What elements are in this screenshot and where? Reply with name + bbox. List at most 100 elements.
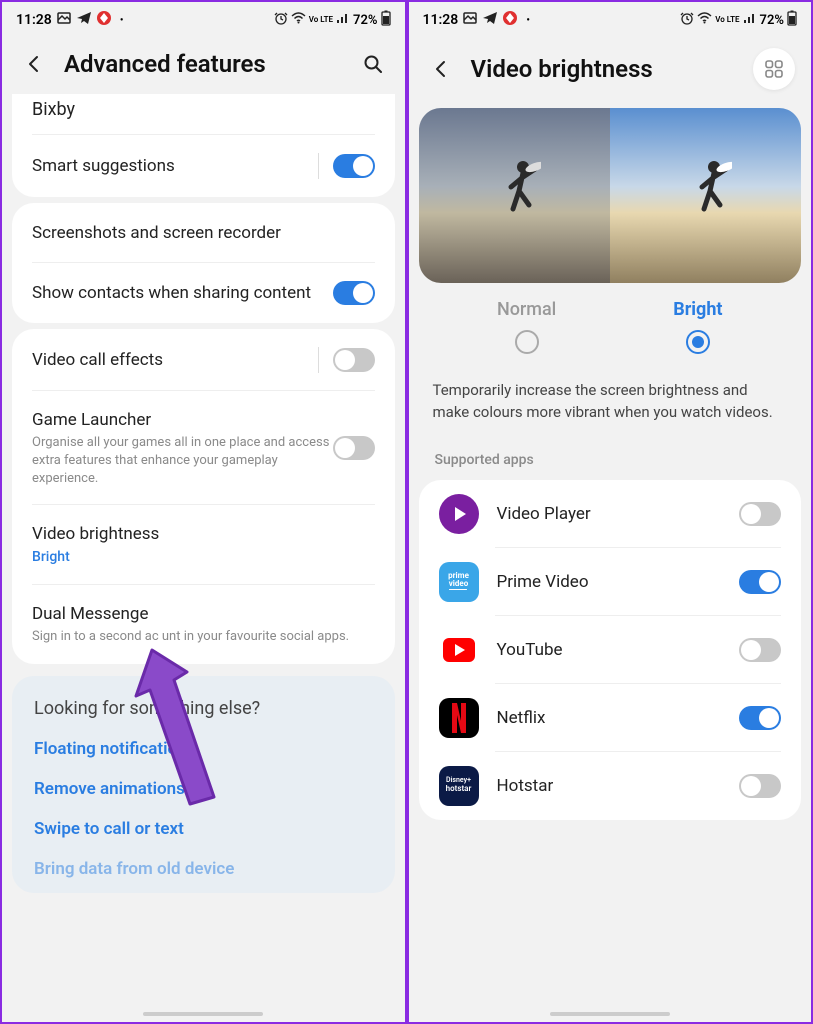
app-row-video-player[interactable]: Video Player [419, 480, 802, 548]
app-toggle[interactable] [739, 706, 781, 730]
status-dot: • [120, 15, 124, 26]
image-icon [56, 10, 72, 30]
battery-pct: 72% [760, 13, 784, 28]
radio-normal-circle [515, 330, 539, 354]
page-header: Advanced features [2, 38, 405, 94]
page-header: Video brightness [409, 38, 812, 104]
page-title: Advanced features [64, 50, 343, 78]
smart-suggestions-label: Smart suggestions [32, 155, 318, 177]
screenshots-label: Screenshots and screen recorder [32, 222, 375, 244]
telegram-icon [482, 10, 498, 30]
gesture-bar[interactable] [550, 1012, 670, 1016]
wifi-icon [291, 11, 306, 29]
telegram-icon [76, 10, 92, 30]
signal-text: Vo LTE [715, 16, 739, 24]
bixby-label: Bixby [32, 98, 375, 121]
prime-icon: primevideo [439, 562, 479, 602]
youtube-icon [439, 630, 479, 670]
row-bixby[interactable]: Bixby [12, 94, 395, 135]
signal-text: Vo LTE [309, 16, 333, 24]
back-button[interactable] [425, 53, 457, 85]
battery-icon [381, 10, 391, 30]
phone-right: 11:28 • Vo LTE 72% Video brightness [407, 0, 813, 1024]
dual-messenger-label: Dual Messenge [32, 603, 375, 625]
battery-pct: 72% [353, 13, 377, 28]
status-bar: 11:28 • Vo LTE 72% [409, 2, 812, 38]
app-toggle[interactable] [739, 638, 781, 662]
signal-icon [336, 11, 350, 29]
gesture-bar[interactable] [143, 1012, 263, 1016]
supported-apps-label: Supported apps [409, 446, 812, 474]
game-launcher-toggle[interactable] [333, 436, 375, 460]
smart-suggestions-toggle[interactable] [333, 154, 375, 178]
looking-title: Looking for something else? [34, 698, 373, 719]
supported-apps-card: Video Player primevideo Prime Video YouT… [419, 480, 802, 820]
hotstar-icon: Disney+hotstar [439, 766, 479, 806]
row-contacts-sharing[interactable]: Show contacts when sharing content [12, 263, 395, 323]
status-time: 11:28 [423, 12, 459, 28]
back-button[interactable] [18, 48, 50, 80]
row-screenshots[interactable]: Screenshots and screen recorder [12, 203, 395, 263]
looking-card: Looking for something else? Floating not… [12, 676, 395, 893]
app-toggle[interactable] [739, 774, 781, 798]
row-video-brightness[interactable]: Video brightness Bright [12, 505, 395, 585]
link-swipe-call-text[interactable]: Swipe to call or text [34, 819, 373, 839]
preview-bright [610, 108, 801, 283]
game-launcher-sub: Organise all your games all in one place… [32, 434, 333, 487]
wifi-icon [697, 11, 712, 29]
row-dual-messenger[interactable]: Dual Messenge Sign in to a second ac unt… [12, 585, 395, 664]
app-name-label: YouTube [497, 640, 740, 660]
status-dot: • [526, 15, 530, 26]
red-icon [96, 10, 112, 30]
divider [318, 153, 319, 179]
radio-normal[interactable]: Normal [497, 299, 556, 354]
description-text: Temporarily increase the screen brightne… [409, 370, 812, 446]
alarm-icon [274, 11, 288, 29]
radio-bright-circle [686, 330, 710, 354]
link-floating-notifications[interactable]: Floating notifications [34, 739, 373, 759]
status-left: 11:28 • [423, 10, 530, 30]
app-row-netflix[interactable]: Netflix [419, 684, 802, 752]
netflix-icon [439, 698, 479, 738]
app-toggle[interactable] [739, 570, 781, 594]
row-video-call-effects[interactable]: Video call effects [12, 329, 395, 391]
app-row-hotstar[interactable]: Disney+hotstar Hotstar [419, 752, 802, 820]
radio-bright-label: Bright [673, 299, 722, 320]
apps-grid-button[interactable] [753, 48, 795, 90]
divider [318, 347, 319, 373]
card-3: Video call effects Game Launcher Organis… [12, 329, 395, 663]
search-button[interactable] [357, 48, 389, 80]
link-bring-data[interactable]: Bring data from old device [34, 859, 373, 879]
play-icon [439, 494, 479, 534]
alarm-icon [680, 11, 694, 29]
brightness-radio-group: Normal Bright [409, 293, 812, 370]
page-title: Video brightness [471, 55, 740, 83]
content-area: Bixby Smart suggestions Screenshots and … [2, 94, 405, 893]
app-toggle[interactable] [739, 502, 781, 526]
signal-icon [743, 11, 757, 29]
contacts-sharing-toggle[interactable] [333, 281, 375, 305]
video-call-toggle[interactable] [333, 348, 375, 372]
link-remove-animations[interactable]: Remove animations [34, 779, 373, 799]
status-time: 11:28 [16, 12, 52, 28]
app-row-prime-video[interactable]: primevideo Prime Video [419, 548, 802, 616]
video-brightness-sub: Bright [32, 548, 375, 567]
row-game-launcher[interactable]: Game Launcher Organise all your games al… [12, 391, 395, 505]
radio-normal-label: Normal [497, 299, 556, 320]
phone-left: 11:28 • Vo LTE 72% [0, 0, 407, 1024]
battery-icon [787, 10, 797, 30]
game-launcher-label: Game Launcher [32, 409, 333, 431]
card-2: Screenshots and screen recorder Show con… [12, 203, 395, 323]
app-name-label: Hotstar [497, 776, 740, 796]
row-smart-suggestions[interactable]: Smart suggestions [12, 135, 395, 197]
preview-image [419, 108, 802, 283]
status-bar: 11:28 • Vo LTE 72% [2, 2, 405, 38]
dual-messenger-sub: Sign in to a second ac unt in your favou… [32, 628, 375, 646]
app-name-label: Netflix [497, 708, 740, 728]
app-row-youtube[interactable]: YouTube [419, 616, 802, 684]
red-icon [502, 10, 518, 30]
preview-normal [419, 108, 610, 283]
status-right: Vo LTE 72% [680, 10, 797, 30]
app-name-label: Prime Video [497, 572, 740, 592]
radio-bright[interactable]: Bright [673, 299, 722, 354]
